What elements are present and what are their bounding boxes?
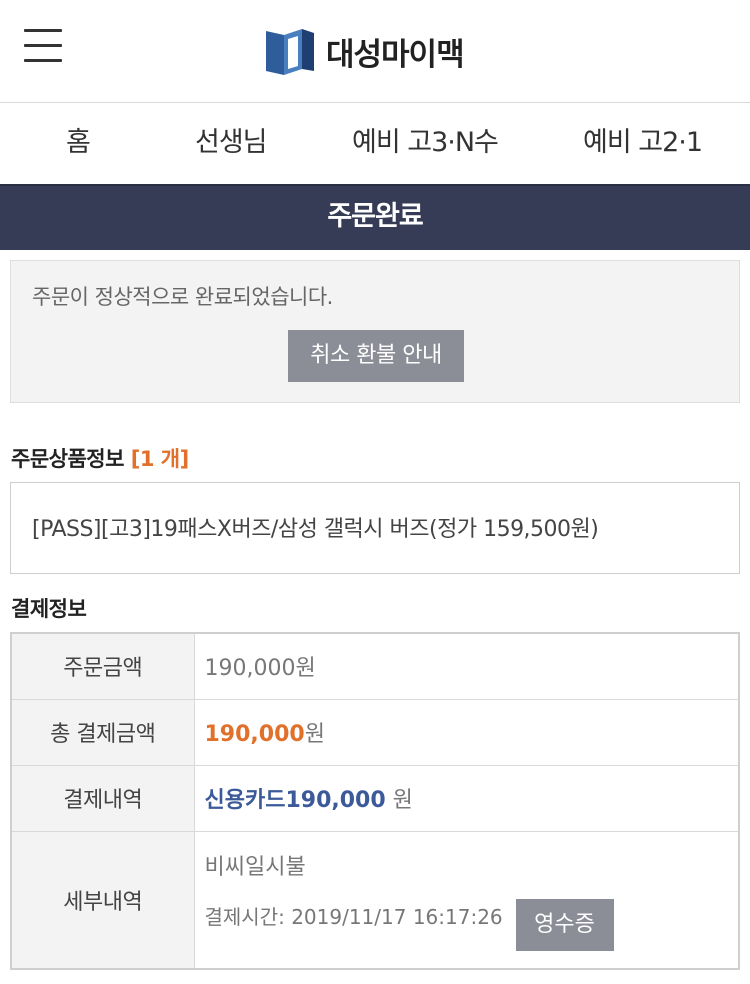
main-nav: 홈 선생님 예비 고3·N수 예비 고2·1 [0,104,750,184]
menu-bar [24,29,62,32]
site-logo[interactable]: 대성마이맥 [264,24,465,78]
order-amount-value: 190,000원 [193,632,740,700]
nav-item-home[interactable]: 홈 [66,104,91,184]
table-row-payment-history: 결제내역 신용카드190,000 원 [10,764,740,832]
payment-history-cell: 신용카드190,000 원 [193,764,740,832]
nav-item-pre-g2-1[interactable]: 예비 고2·1 [583,104,703,184]
logo-text: 대성마이맥 [326,36,465,73]
order-complete-notice: 주문이 정상적으로 완료되었습니다. 취소 환불 안내 [10,260,740,403]
payment-history-label: 결제내역 [10,764,195,832]
table-row-order-amount: 주문금액 190,000원 [10,632,740,700]
payment-detail-label: 세부내역 [10,830,195,970]
nav-item-pre-g3[interactable]: 예비 고3·N수 [352,104,499,184]
table-row-payment-detail: 세부내역 비씨일시불 결제시간: 2019/11/17 16:17:26 영수증 [10,830,740,970]
page-title-bar: 주문완료 [0,184,750,250]
total-amount-cell: 190,000원 [193,698,740,766]
product-box: [PASS][고3]19패스X버즈/삼성 갤럭시 버즈(정가 159,500원) [10,482,740,574]
hamburger-menu-icon[interactable] [24,29,64,63]
order-items-count: [1 개] [130,447,189,471]
payment-history-value: 신용카드190,000 [204,788,386,813]
order-items-title: 주문상품정보 [1 개] [11,443,189,473]
menu-bar [24,44,62,47]
nav-item-teachers[interactable]: 선생님 [195,104,268,184]
total-amount-label: 총 결제금액 [10,698,195,766]
payment-method: 비씨일시불 [204,854,306,880]
menu-bar [24,59,62,62]
payment-info-title: 결제정보 [11,597,87,621]
daesung-logo-icon [266,29,314,75]
payment-table: 주문금액 190,000원 총 결제금액 190,000원 결제내역 신용카드1… [10,632,740,970]
total-amount-value: 190,000 [204,722,305,747]
order-amount-label: 주문금액 [10,632,195,700]
order-items-title-label: 주문상품정보 [11,447,124,471]
payment-time: 결제시간: 2019/11/17 16:17:26 [204,904,503,929]
site-header: 대성마이맥 [0,0,750,103]
total-amount-unit: 원 [304,722,325,747]
table-row-total-amount: 총 결제금액 190,000원 [10,698,740,766]
receipt-button[interactable]: 영수증 [515,898,614,951]
payment-detail-cell: 비씨일시불 결제시간: 2019/11/17 16:17:26 영수증 [193,830,740,970]
payment-history-unit: 원 [385,788,413,813]
product-name: [PASS][고3]19패스X버즈/삼성 갤럭시 버즈(정가 159,500원) [32,517,599,542]
page-title: 주문완료 [327,201,423,232]
refund-info-button[interactable]: 취소 환불 안내 [288,330,464,382]
notice-message: 주문이 정상적으로 완료되었습니다. [32,285,333,309]
